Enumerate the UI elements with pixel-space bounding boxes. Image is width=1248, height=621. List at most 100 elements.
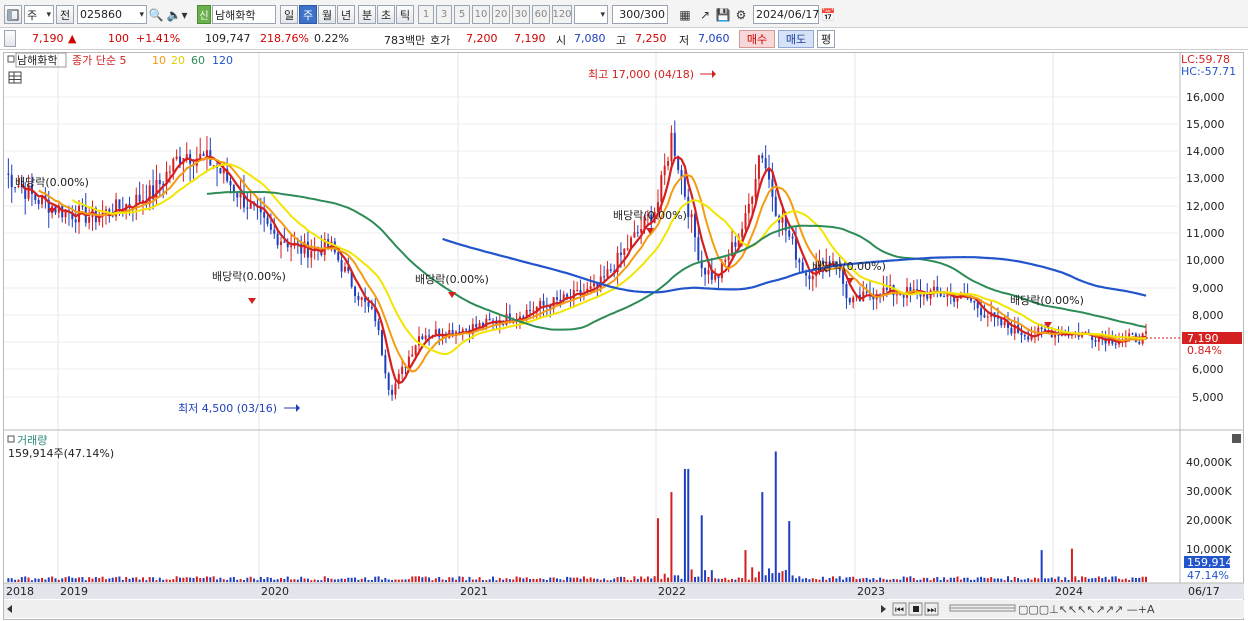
volume-bar [619, 576, 622, 582]
volume-bar [566, 576, 569, 582]
candle-body [791, 236, 794, 239]
high-annotation: 최고 17,000 (04/18) [588, 68, 694, 81]
volume-bar [1007, 576, 1010, 582]
hc-label: HC:-57.71 [1181, 65, 1236, 78]
volume-title: 거래량 [17, 434, 47, 447]
candle-body [340, 260, 343, 272]
volume-bar [488, 579, 491, 582]
volume-bar [515, 576, 518, 582]
candle-body [774, 196, 777, 216]
volume-bar [1023, 579, 1026, 582]
candle-body [1145, 331, 1147, 334]
x-tick-2022: 2022 [658, 585, 686, 598]
ma5-line [20, 155, 1147, 385]
volume-bar [976, 577, 979, 582]
volume-bar [572, 577, 575, 582]
volume-bar [1081, 576, 1084, 582]
candle-body [1027, 336, 1030, 340]
volume-bar [1047, 578, 1050, 582]
volume-bar [926, 577, 929, 582]
candle-body [781, 217, 784, 223]
legend-ma5: 종가 단순 5 [72, 54, 126, 67]
volume-bar [222, 579, 225, 582]
volume-bar [424, 576, 427, 582]
candle-body [387, 373, 390, 390]
legend-checkbox-icon[interactable] [7, 55, 15, 63]
data-table-icon[interactable] [8, 71, 22, 84]
candle-body [764, 158, 767, 169]
volume-bar [808, 579, 811, 582]
candle-body [956, 298, 959, 302]
volume-bar [1067, 579, 1070, 582]
volume-bar [569, 577, 572, 582]
volume-bar [37, 578, 40, 582]
volume-bar [138, 579, 141, 582]
volume-bar [209, 577, 212, 582]
volume-bar [959, 579, 962, 582]
volume-bar [653, 576, 656, 582]
chart-canvas[interactable]: 16,000 15,000 14,000 13,000 12,000 11,00… [0, 0, 1248, 621]
y-tick-6000: 6,000 [1192, 363, 1224, 376]
volume-bar [670, 492, 673, 582]
candle-body [488, 318, 491, 321]
volume-bar [438, 576, 441, 582]
forward-icon: ⏭ [927, 605, 936, 616]
volume-bar [64, 577, 67, 582]
volume-bar [1128, 579, 1131, 582]
volume-bar [286, 576, 289, 582]
candle-body [576, 289, 579, 291]
volume-bar [300, 576, 303, 582]
high-arrow-head [712, 70, 716, 78]
volume-bar [428, 577, 431, 582]
candle-body [707, 270, 710, 275]
volume-bar [973, 579, 976, 582]
volume-bar [471, 579, 474, 582]
volume-bar [451, 577, 454, 582]
volume-bar [1037, 578, 1040, 582]
volume-bar [953, 577, 956, 582]
volume-bar [838, 576, 841, 582]
volume-bar [162, 579, 165, 582]
volume-bar [340, 578, 343, 582]
candle-body [794, 238, 797, 260]
volume-bar [448, 577, 451, 582]
volume-bar [1044, 578, 1047, 582]
volume-bar [14, 579, 17, 582]
stop-icon [913, 606, 919, 612]
volume-bar [1111, 576, 1114, 582]
candle-body [306, 241, 309, 258]
candle-body [895, 294, 898, 296]
candle-body [798, 259, 801, 263]
volume-bar [246, 577, 249, 582]
legend-ma120: 120 [212, 54, 233, 67]
volume-close-icon[interactable] [1232, 434, 1241, 443]
volume-bar [1104, 576, 1107, 582]
x-tick-2019: 2019 [60, 585, 88, 598]
volume-bar [461, 576, 464, 582]
volume-bar [397, 579, 400, 582]
volume-bar [582, 576, 585, 582]
volume-bar [131, 577, 134, 582]
volume-checkbox-icon[interactable] [7, 435, 15, 443]
candle-body [714, 275, 717, 280]
volume-bar [54, 578, 57, 582]
volume-bar [660, 579, 663, 582]
volume-bar [81, 577, 84, 582]
candle-body [357, 296, 360, 300]
candle-body [980, 308, 983, 316]
candle-body [593, 283, 596, 287]
volume-bar [936, 576, 939, 582]
volume-bar [1074, 576, 1077, 582]
candle-body [377, 321, 380, 331]
volume-bar [545, 579, 548, 582]
dividend-arrow-2020 [448, 292, 456, 298]
volume-bar [872, 578, 875, 582]
candle-body [205, 150, 208, 156]
volume-bar [279, 577, 282, 582]
volume-bar [1097, 576, 1100, 582]
volume-bar [141, 577, 144, 582]
volume-bar [892, 578, 895, 582]
volume-bar [909, 576, 912, 582]
candle-body [693, 214, 696, 238]
volume-bar [663, 573, 666, 582]
